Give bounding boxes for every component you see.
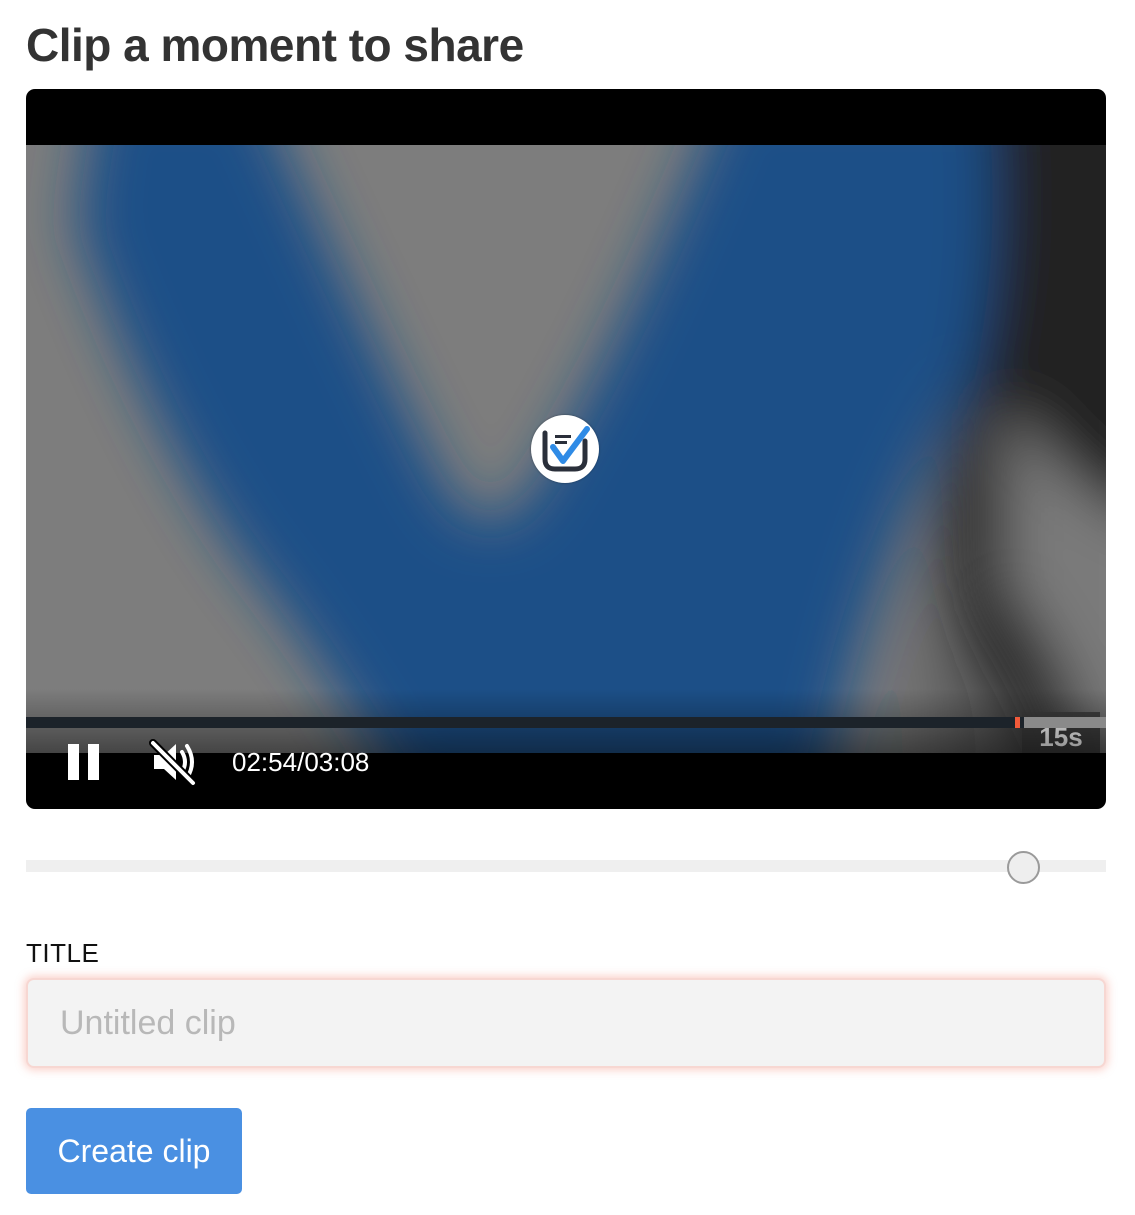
progress-fill — [26, 717, 1024, 728]
pause-icon — [68, 744, 99, 780]
time-readout: 02:54/03:08 — [232, 743, 369, 781]
page-title: Clip a moment to share — [26, 19, 524, 71]
create-clip-button[interactable]: Create clip — [26, 1108, 242, 1194]
title-label: TITLE — [26, 938, 100, 968]
clip-start-marker — [1015, 717, 1020, 728]
title-input[interactable] — [26, 978, 1106, 1068]
slider-track[interactable] — [26, 860, 1106, 872]
video-player[interactable]: 15s 02:54/03:08 — [26, 89, 1106, 809]
current-time: 02:54 — [232, 747, 298, 777]
video-frame[interactable]: 15s — [26, 145, 1106, 753]
clip-range-slider[interactable] — [26, 848, 1106, 888]
pause-button[interactable] — [56, 737, 112, 787]
progress-bar[interactable] — [26, 717, 1106, 728]
mute-button[interactable] — [146, 737, 202, 787]
slider-handle[interactable] — [1007, 851, 1040, 884]
speaker-muted-icon — [149, 739, 197, 787]
total-time: 03:08 — [304, 747, 370, 777]
checkmark-logo-icon — [531, 415, 599, 483]
